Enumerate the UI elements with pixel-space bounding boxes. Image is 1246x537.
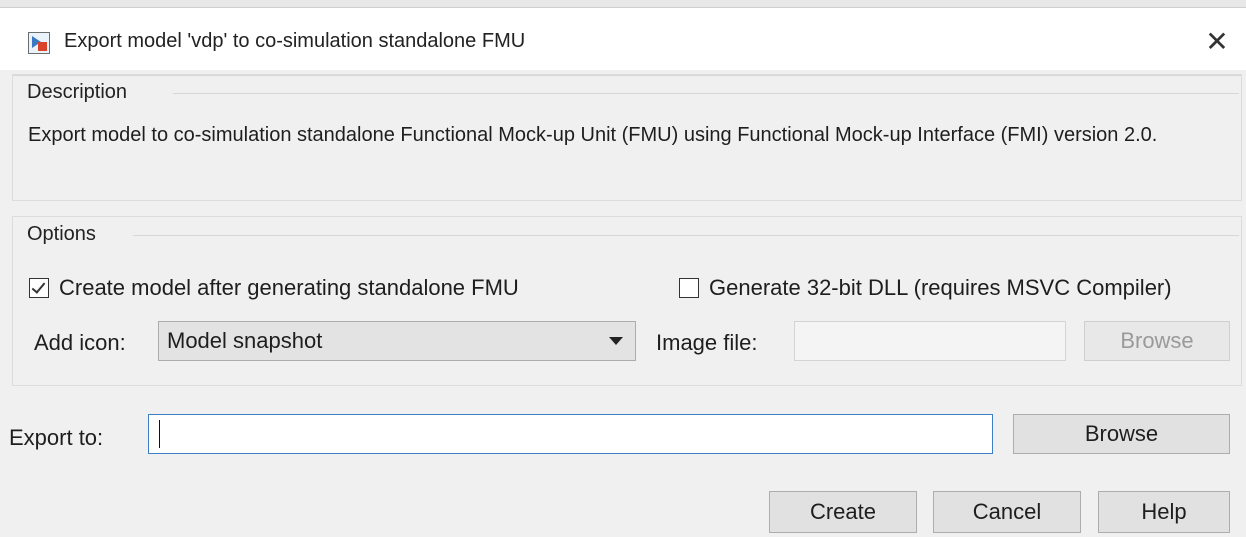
background-window-strip: [0, 0, 1246, 8]
generate-32bit-checkbox[interactable]: [679, 278, 699, 298]
add-icon-selected-value: Model snapshot: [167, 328, 323, 353]
description-text: Export model to co-simulation standalone…: [28, 124, 1158, 146]
export-browse-button[interactable]: Browse: [1013, 414, 1230, 454]
generate-32bit-checkbox-row[interactable]: Generate 32-bit DLL (requires MSVC Compi…: [679, 275, 1172, 301]
options-legend: Options: [27, 223, 104, 246]
create-model-checkbox[interactable]: [29, 278, 49, 298]
add-icon-dropdown[interactable]: Model snapshot: [158, 321, 636, 361]
close-icon[interactable]: ✕: [1198, 22, 1236, 60]
description-panel: Description Export model to co-simulatio…: [12, 74, 1242, 201]
simulink-app-icon: [28, 32, 50, 54]
create-button[interactable]: Create: [769, 491, 917, 533]
image-file-label: Image file:: [656, 330, 758, 355]
export-to-input[interactable]: [148, 414, 993, 454]
cancel-button[interactable]: Cancel: [933, 491, 1081, 533]
create-model-checkbox-label: Create model after generating standalone…: [59, 275, 519, 300]
dialog-body: Description Export model to co-simulatio…: [0, 70, 1246, 537]
generate-32bit-checkbox-label: Generate 32-bit DLL (requires MSVC Compi…: [709, 275, 1172, 300]
image-browse-button: Browse: [1084, 321, 1230, 361]
help-button[interactable]: Help: [1098, 491, 1230, 533]
text-cursor: [159, 420, 160, 448]
export-to-label: Export to:: [9, 425, 104, 450]
create-model-checkbox-row[interactable]: Create model after generating standalone…: [29, 275, 519, 301]
chevron-down-icon: [609, 337, 623, 345]
add-icon-label: Add icon:: [34, 330, 126, 355]
image-file-input: [794, 321, 1066, 361]
options-panel: Options Create model after generating st…: [12, 216, 1242, 386]
description-legend: Description: [27, 81, 136, 104]
title-bar: Export model 'vdp' to co-simulation stan…: [0, 8, 1246, 70]
window-title: Export model 'vdp' to co-simulation stan…: [64, 30, 526, 52]
